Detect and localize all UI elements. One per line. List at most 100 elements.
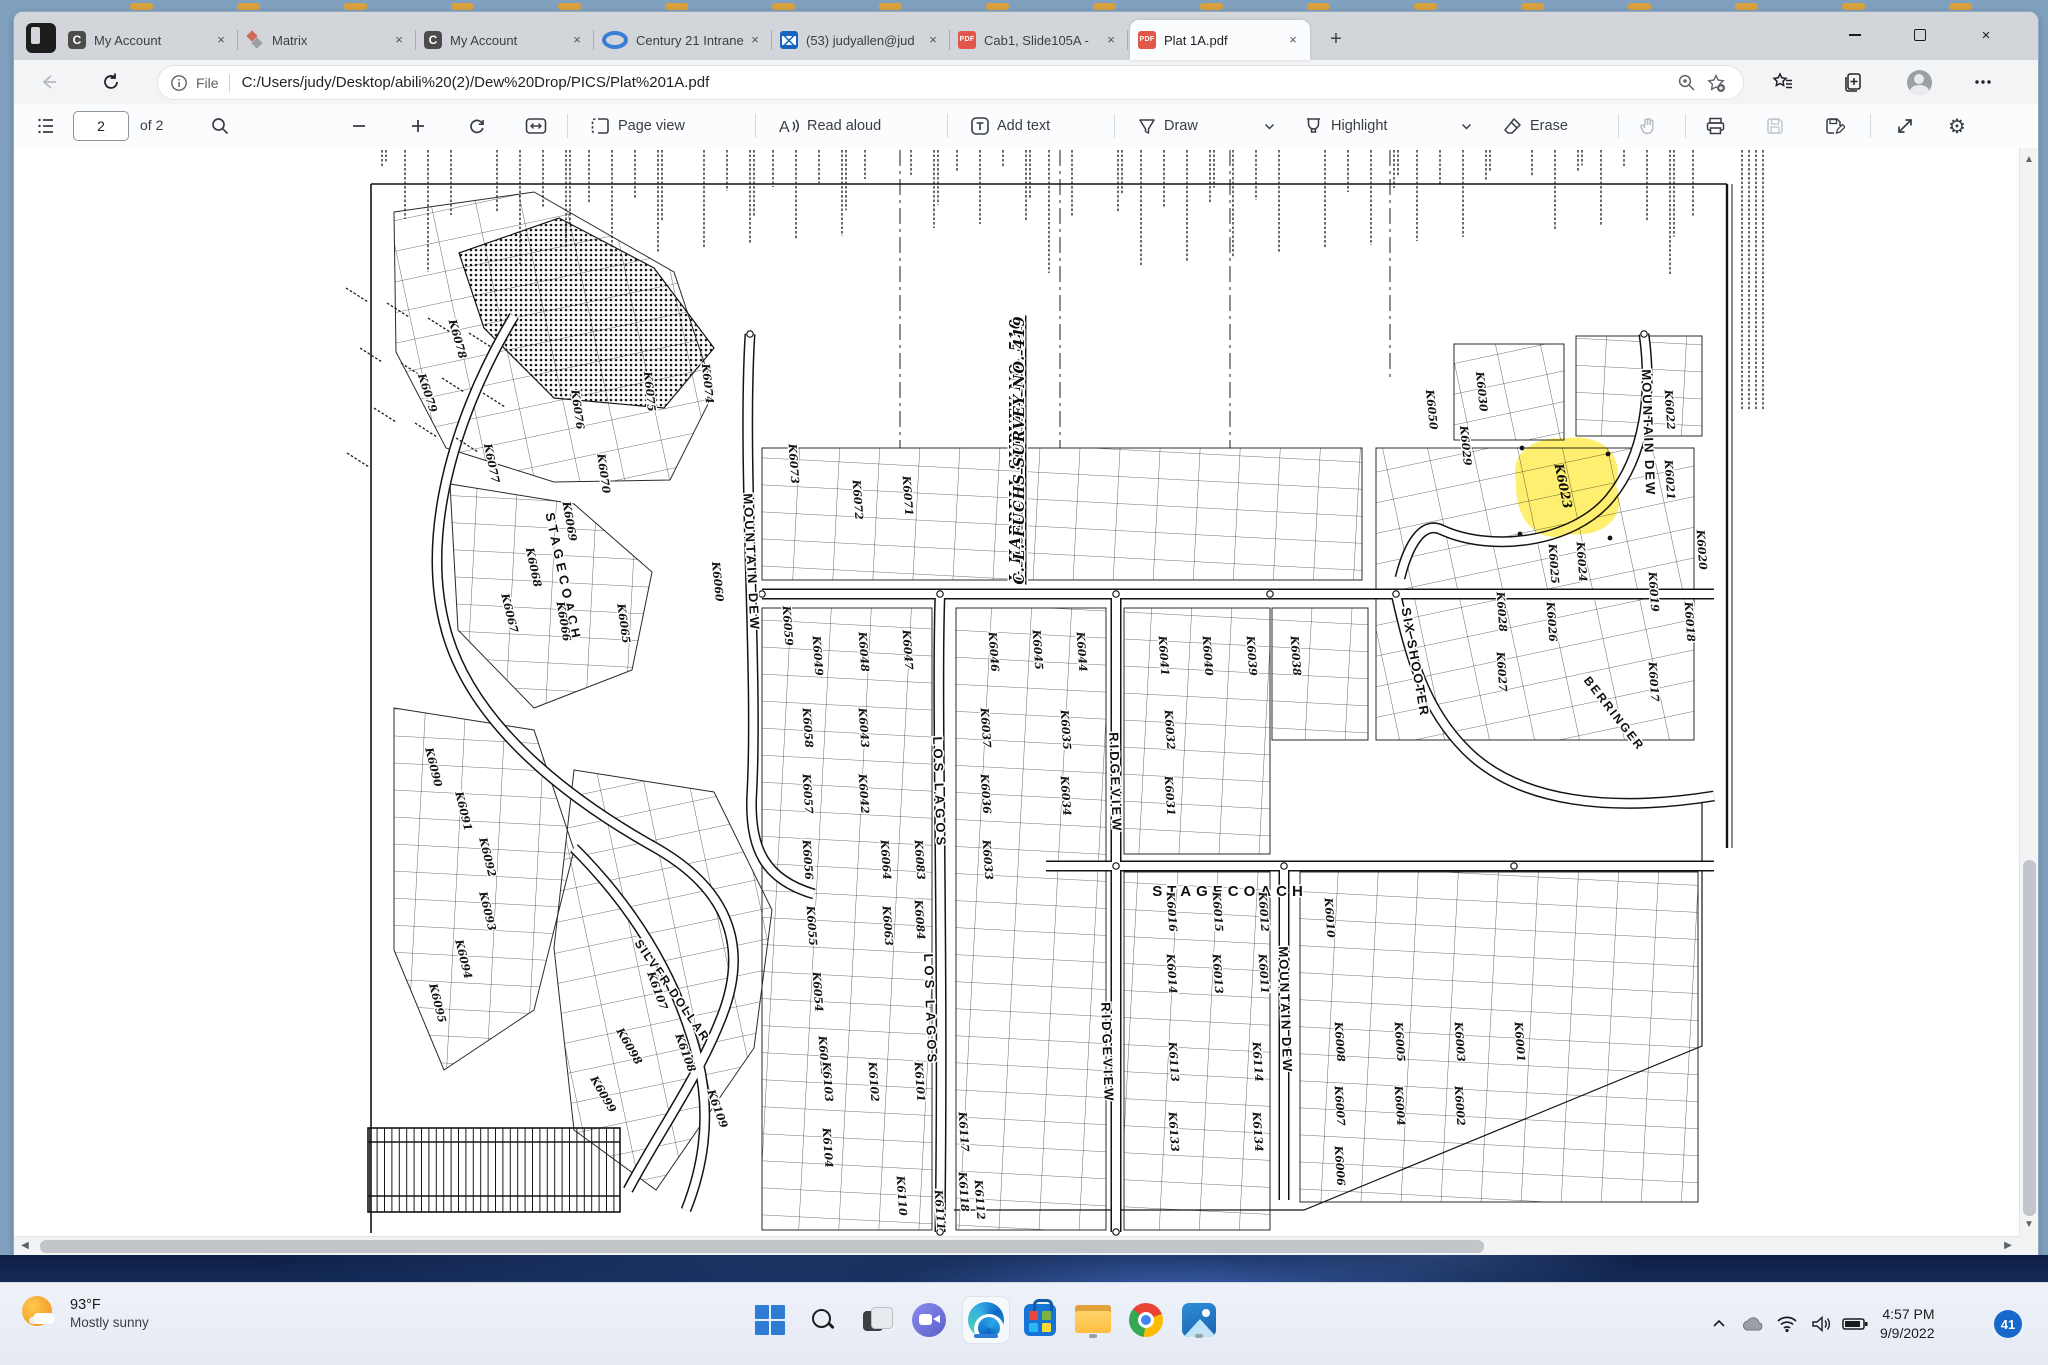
zoom-page-icon[interactable] bbox=[1671, 68, 1701, 98]
onedrive-icon[interactable] bbox=[1736, 1304, 1770, 1344]
tab-close-icon[interactable]: × bbox=[1102, 31, 1120, 49]
tab-century21-intranet[interactable]: Century 21 Intrane × bbox=[594, 20, 772, 60]
tab-plat-1a-pdf[interactable]: PDF Plat 1A.pdf × bbox=[1130, 20, 1310, 60]
horizontal-scrollbar[interactable]: ◀ ▶ bbox=[14, 1236, 2019, 1255]
svg-text:A: A bbox=[779, 119, 790, 136]
favorites-icon[interactable] bbox=[1766, 66, 1800, 98]
rotate-icon[interactable] bbox=[461, 109, 493, 143]
vertical-scrollbar[interactable]: ▲ ▼ bbox=[2019, 148, 2038, 1236]
draw-dropdown-chevron[interactable] bbox=[1257, 109, 1282, 143]
address-bar[interactable]: File C:/Users/judy/Desktop/abili%20(2)/D… bbox=[157, 65, 1744, 100]
scroll-down-icon[interactable]: ▼ bbox=[2020, 1219, 2038, 1230]
clock-time: 4:57 PM bbox=[1880, 1305, 1935, 1324]
add-favorite-icon[interactable] bbox=[1701, 68, 1731, 98]
tab-my-account-1[interactable]: C My Account × bbox=[60, 20, 238, 60]
minimize-button[interactable] bbox=[1826, 12, 1884, 58]
tab-workspaces-icon[interactable] bbox=[26, 23, 56, 53]
curve-table bbox=[368, 1128, 620, 1212]
tab-my-account-2[interactable]: C My Account × bbox=[416, 20, 594, 60]
protocol-label: File bbox=[196, 75, 219, 91]
tab-close-icon[interactable]: × bbox=[924, 31, 942, 49]
desktop-wallpaper bbox=[0, 1255, 2048, 1283]
zoom-out-icon[interactable] bbox=[344, 109, 374, 143]
taskbar-clock[interactable]: 4:57 PM 9/9/2022 bbox=[1880, 1305, 1935, 1343]
chat-icon bbox=[912, 1303, 946, 1337]
tab-close-icon[interactable]: × bbox=[568, 31, 586, 49]
info-icon[interactable] bbox=[170, 74, 188, 92]
desktop-decor-dash bbox=[1842, 3, 1865, 10]
close-button[interactable]: × bbox=[1957, 12, 2015, 58]
weather-widget[interactable]: 93°F Mostly sunny bbox=[20, 1294, 149, 1332]
search-document-icon[interactable] bbox=[204, 109, 236, 143]
edge-taskbar-button[interactable] bbox=[963, 1297, 1009, 1343]
add-text-button[interactable]: Add text bbox=[964, 109, 1056, 143]
start-button[interactable] bbox=[747, 1297, 793, 1343]
task-view-icon bbox=[861, 1305, 891, 1335]
wifi-icon[interactable] bbox=[1770, 1304, 1804, 1344]
file-explorer-button[interactable] bbox=[1070, 1297, 1116, 1343]
tab-close-icon[interactable]: × bbox=[390, 31, 408, 49]
tab-strip: C My Account × Matrix × C My Account × C… bbox=[14, 12, 2038, 60]
page-view-icon bbox=[590, 116, 611, 136]
collections-icon[interactable] bbox=[1836, 66, 1870, 98]
browser-window: C My Account × Matrix × C My Account × C… bbox=[14, 12, 2038, 1255]
url-text[interactable]: C:/Users/judy/Desktop/abili%20(2)/Dew%20… bbox=[242, 74, 1671, 91]
zoom-in-icon[interactable] bbox=[403, 109, 433, 143]
profile-avatar[interactable] bbox=[1902, 66, 1936, 98]
chrome-button[interactable] bbox=[1123, 1297, 1169, 1343]
notification-badge[interactable]: 41 bbox=[1994, 1310, 2022, 1338]
add-text-label: Add text bbox=[997, 118, 1050, 134]
fit-to-width-icon[interactable] bbox=[519, 109, 553, 143]
fullscreen-icon[interactable] bbox=[1889, 109, 1921, 143]
battery-icon[interactable] bbox=[1838, 1304, 1872, 1344]
tray-chevron-icon[interactable] bbox=[1702, 1304, 1736, 1344]
edge-icon bbox=[968, 1302, 1004, 1338]
horizontal-scroll-thumb[interactable] bbox=[40, 1240, 1484, 1253]
volume-icon[interactable] bbox=[1804, 1304, 1838, 1344]
scroll-up-icon[interactable]: ▲ bbox=[2020, 154, 2038, 165]
system-tray: 4:57 PM 9/9/2022 bbox=[1702, 1283, 1935, 1365]
highlight-button[interactable]: Highlight bbox=[1297, 109, 1393, 143]
page-number-input[interactable] bbox=[73, 111, 129, 141]
save-as-icon[interactable] bbox=[1818, 109, 1851, 143]
print-icon[interactable] bbox=[1699, 109, 1732, 143]
microsoft-store-button[interactable] bbox=[1017, 1297, 1063, 1343]
tab-close-icon[interactable]: × bbox=[212, 31, 230, 49]
tab-label: Matrix bbox=[272, 33, 390, 48]
vertical-scroll-thumb[interactable] bbox=[2023, 860, 2036, 1216]
taskbar-search-button[interactable] bbox=[800, 1297, 846, 1343]
scroll-left-icon[interactable]: ◀ bbox=[18, 1240, 32, 1251]
teams-chat-button[interactable] bbox=[906, 1297, 952, 1343]
settings-menu-icon[interactable] bbox=[1966, 66, 2000, 98]
highlight-dropdown-chevron[interactable] bbox=[1454, 109, 1479, 143]
windows-logo-icon bbox=[755, 1305, 785, 1335]
desktop-decor-dash bbox=[1307, 3, 1330, 10]
erase-button[interactable]: Erase bbox=[1496, 109, 1574, 143]
draw-button[interactable]: Draw bbox=[1131, 109, 1204, 143]
maximize-button[interactable] bbox=[1891, 12, 1949, 58]
desktop-decor-dash bbox=[1093, 3, 1116, 10]
plat-map: J. HARRELL SURVEY NO. 510 C. L. FUCHS SU… bbox=[14, 148, 2019, 1236]
tab-close-icon[interactable]: × bbox=[1284, 31, 1302, 49]
tab-close-icon[interactable]: × bbox=[746, 31, 764, 49]
photos-button[interactable] bbox=[1176, 1297, 1222, 1343]
tab-matrix[interactable]: Matrix × bbox=[238, 20, 416, 60]
read-aloud-button[interactable]: A Read aloud bbox=[772, 109, 887, 143]
toc-icon[interactable] bbox=[30, 109, 62, 143]
desktop-decor-dash bbox=[130, 3, 153, 10]
refresh-button[interactable] bbox=[95, 66, 127, 98]
tab-email[interactable]: (53) judyallen@jud × bbox=[772, 20, 950, 60]
new-tab-button[interactable]: + bbox=[1324, 28, 1348, 52]
pdf-favicon: PDF bbox=[958, 31, 976, 49]
photos-running-indicator bbox=[1195, 1334, 1203, 1338]
pdf-settings-gear-icon[interactable]: ⚙ bbox=[1942, 109, 1972, 143]
erase-label: Erase bbox=[1530, 118, 1568, 134]
pdf-page[interactable]: J. HARRELL SURVEY NO. 510 C. L. FUCHS SU… bbox=[14, 148, 2019, 1236]
back-button[interactable] bbox=[33, 66, 65, 98]
tab-cab1-slide105a[interactable]: PDF Cab1, Slide105A - × bbox=[950, 20, 1128, 60]
lot-number: K6020 bbox=[1694, 528, 1710, 570]
store-icon bbox=[1024, 1304, 1056, 1336]
page-view-button[interactable]: Page view bbox=[584, 109, 691, 143]
scroll-right-icon[interactable]: ▶ bbox=[2001, 1240, 2015, 1251]
task-view-button[interactable] bbox=[853, 1297, 899, 1343]
